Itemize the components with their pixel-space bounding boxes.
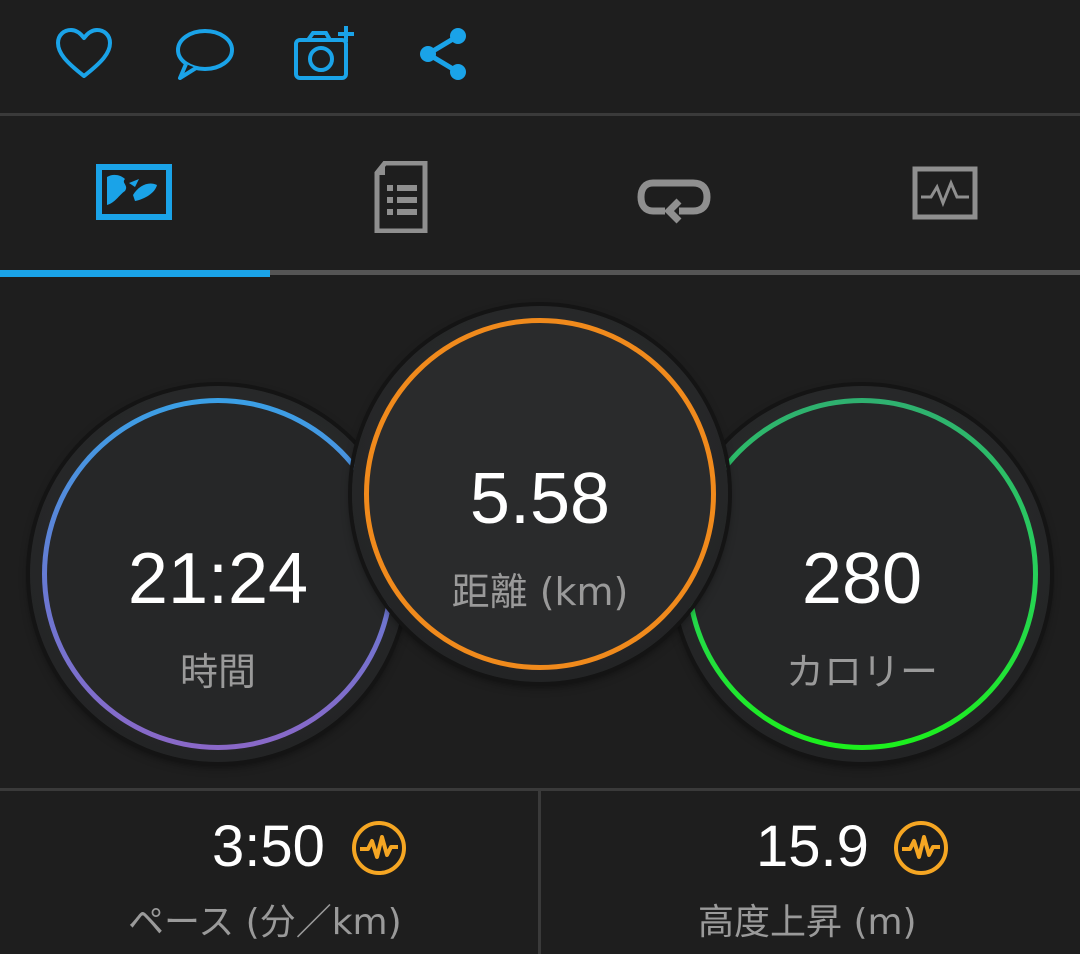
elevation-value: 15.9: [756, 814, 869, 879]
calories-value: 280: [801, 539, 923, 619]
map-overview-icon: [96, 164, 172, 220]
share-icon[interactable]: [412, 22, 476, 86]
distance-label: 距離 (km): [451, 570, 629, 614]
time-circle: 21:24 時間: [30, 386, 406, 762]
elevation-stat[interactable]: 15.9 高度上昇 (m): [541, 791, 1079, 954]
tab-laps[interactable]: [540, 116, 810, 271]
details-icon: [374, 161, 428, 233]
pace-label: ペース (分／km): [128, 902, 402, 943]
laps-icon: [637, 179, 711, 224]
heart-icon[interactable]: [52, 22, 116, 86]
distance-circle: 5.58 距離 (km): [352, 306, 728, 682]
action-bar: [0, 0, 1080, 114]
camera-add-icon[interactable]: [292, 22, 356, 86]
time-value: 21:24: [127, 539, 309, 619]
tab-charts[interactable]: [810, 116, 1080, 271]
tab-underline-active: [0, 270, 270, 277]
chart-pulse-icon: [892, 819, 950, 877]
calories-label: カロリー: [785, 650, 938, 694]
comment-icon[interactable]: [172, 22, 236, 86]
calories-circle: 280 カロリー: [674, 386, 1050, 762]
tab-overview[interactable]: [0, 116, 270, 271]
pace-value: 3:50: [212, 814, 325, 879]
tab-bar: [0, 116, 1080, 278]
summary-section: 21:24 時間 280 カロリー 5.58 距離 (km): [0, 278, 1080, 788]
charts-icon: [912, 166, 978, 220]
time-label: 時間: [179, 650, 256, 694]
distance-value: 5.58: [469, 459, 611, 539]
pace-stat[interactable]: 3:50 ペース (分／km): [0, 791, 538, 954]
tab-details[interactable]: [270, 116, 540, 271]
elevation-label: 高度上昇 (m): [698, 902, 917, 943]
chart-pulse-icon: [350, 819, 408, 877]
